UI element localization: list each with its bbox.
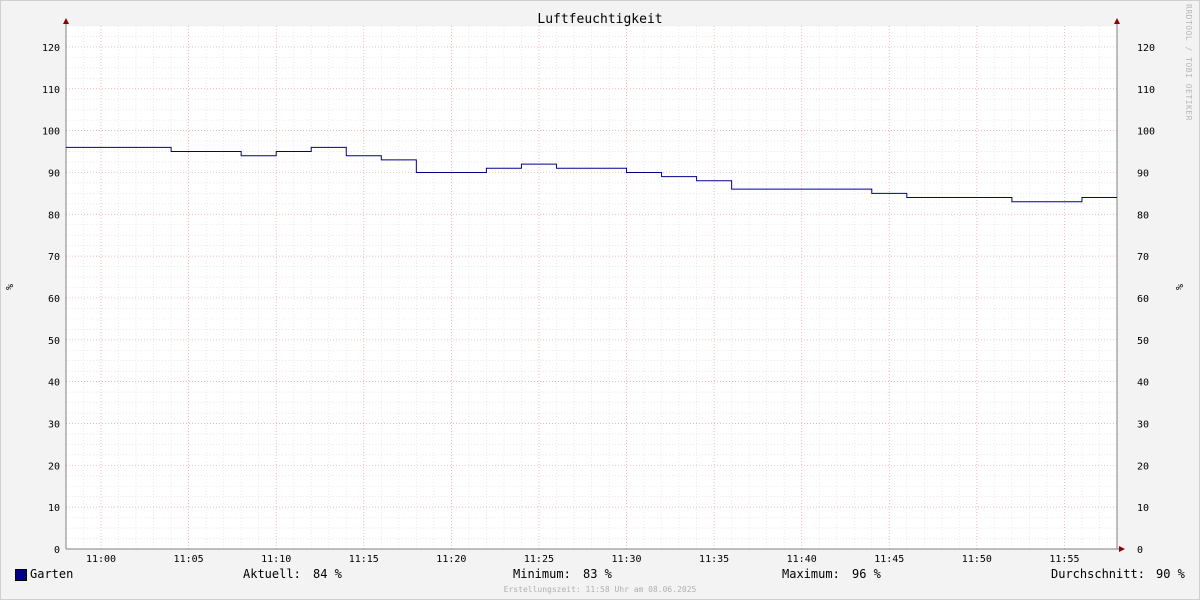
y-tick-label-right: 50 [1137, 336, 1149, 347]
x-tick-label: 11:15 [349, 554, 379, 565]
creation-time-note: Erstellungszeit: 11:58 Uhr am 08.06.2025 [503, 585, 697, 594]
y-tick-label-right: 100 [1137, 127, 1155, 138]
y-tick-label-right: 90 [1137, 168, 1149, 179]
x-tick-label: 11:55 [1049, 554, 1079, 565]
legend-row: Garten Aktuell: 84 % Minimum: 83 % Maxim… [0, 566, 1200, 584]
y-tick-label-right: 40 [1137, 378, 1149, 389]
y-tick-label-left: 110 [42, 85, 60, 96]
y-tick-label-right: 80 [1137, 210, 1149, 221]
y-tick-label-right: 0 [1137, 545, 1143, 556]
legend-series-name: Garten [30, 567, 74, 581]
x-axis-arrow [1119, 546, 1125, 552]
current-value: 84 % [313, 567, 342, 581]
y-tick-label-left: 50 [48, 336, 60, 347]
y-tick-label-left: 120 [42, 43, 60, 54]
minimum-value: 83 % [583, 567, 612, 581]
x-tick-label: 11:25 [524, 554, 554, 565]
y-tick-label-right: 10 [1137, 503, 1149, 514]
rrdtool-watermark: RRDTOOL / TOBI OETIKER [1184, 4, 1193, 121]
average-label: Durchschnitt: [1051, 567, 1145, 581]
humidity-chart: 0 0 10 10 20 20 30 30 40 40 50 50 60 60 70 70 80 80 90 90 10… [5, 12, 1186, 565]
y-axis-right-arrow [1114, 18, 1120, 24]
average-value: 90 % [1156, 567, 1185, 581]
y-axis-unit-right: % [1175, 284, 1186, 290]
y-tick-label-left: 60 [48, 294, 60, 305]
y-axis-unit-left: % [5, 284, 16, 290]
x-tick-label: 11:30 [611, 554, 641, 565]
y-tick-label-left: 40 [48, 378, 60, 389]
x-tick-label: 11:20 [436, 554, 466, 565]
y-tick-label-left: 0 [54, 545, 60, 556]
y-tick-label-left: 90 [48, 168, 60, 179]
x-tick-label: 11:50 [962, 554, 992, 565]
y-tick-label-left: 100 [42, 127, 60, 138]
y-tick-label-right: 20 [1137, 461, 1149, 472]
y-tick-label-left: 80 [48, 210, 60, 221]
current-label: Aktuell: [243, 567, 301, 581]
y-tick-label-right: 110 [1137, 85, 1155, 96]
y-tick-label-left: 20 [48, 461, 60, 472]
maximum-value: 96 % [852, 567, 881, 581]
y-tick-label-left: 70 [48, 252, 60, 263]
y-tick-label-left: 10 [48, 503, 60, 514]
minimum-label: Minimum: [513, 567, 571, 581]
y-tick-label-right: 30 [1137, 419, 1149, 430]
y-axis-left-arrow [63, 18, 69, 24]
x-tick-label: 11:00 [86, 554, 116, 565]
y-tick-label-right: 60 [1137, 294, 1149, 305]
maximum-label: Maximum: [782, 567, 840, 581]
x-tick-label: 11:35 [699, 554, 729, 565]
x-tick-label: 11:40 [787, 554, 817, 565]
legend-swatch-garten [15, 569, 27, 581]
chart-title: Luftfeuchtigkeit [537, 12, 662, 27]
x-tick-label: 11:05 [174, 554, 204, 565]
y-tick-label-right: 120 [1137, 43, 1155, 54]
x-tick-label: 11:10 [261, 554, 291, 565]
x-tick-label: 11:45 [874, 554, 904, 565]
y-tick-label-right: 70 [1137, 252, 1149, 263]
y-tick-label-left: 30 [48, 419, 60, 430]
